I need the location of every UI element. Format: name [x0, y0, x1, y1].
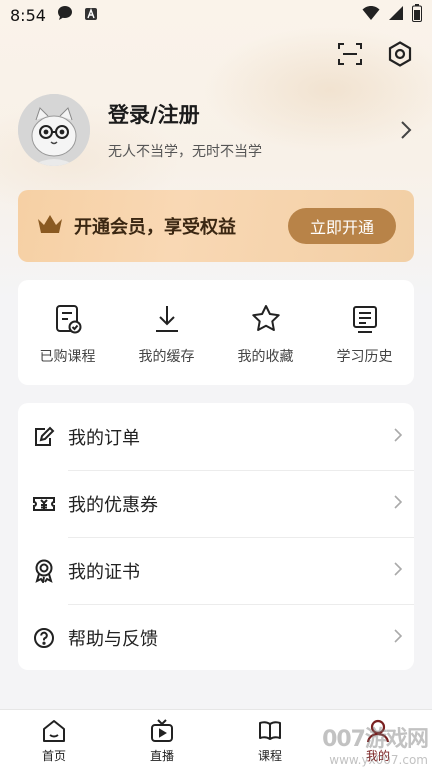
open-vip-button[interactable]: 立即开通: [288, 208, 396, 244]
tab-label: 首页: [41, 749, 66, 763]
chevron-right-icon: [394, 628, 403, 647]
tab-mine[interactable]: 我的: [324, 710, 432, 769]
status-bar: 8:54: [0, 0, 432, 30]
menu-item-label: 我的优惠券: [68, 494, 158, 516]
bottom-tab-bar: 首页 直播 课程 我的: [0, 709, 432, 769]
signal-icon: [388, 5, 404, 25]
battery-icon: [412, 4, 422, 26]
profile-card[interactable]: 登录/注册 无人不当学，无时不当学: [18, 92, 416, 168]
menu-item-help[interactable]: 帮助与反馈: [18, 604, 414, 671]
tab-label: 课程: [257, 749, 282, 763]
menu-item-orders[interactable]: 我的订单: [18, 403, 414, 470]
order-icon: [32, 425, 56, 449]
chat-notification-icon: [56, 4, 74, 26]
tab-label: 我的: [365, 749, 390, 763]
book-icon: [256, 717, 284, 745]
wifi-icon: [362, 5, 380, 25]
menu-item-label: 我的订单: [68, 427, 140, 449]
home-icon: [40, 717, 68, 745]
tab-courses[interactable]: 课程: [216, 710, 324, 769]
quick-action-label: 我的缓存: [138, 349, 195, 365]
chevron-right-icon: [394, 494, 403, 513]
quick-action-label: 我的收藏: [237, 349, 294, 365]
user-icon: [364, 717, 392, 745]
help-icon: [32, 626, 56, 650]
chevron-right-icon: [394, 427, 403, 446]
quick-action-label: 学习历史: [336, 349, 393, 365]
settings-icon[interactable]: [386, 40, 414, 68]
live-tv-icon: [148, 717, 176, 745]
tab-home[interactable]: 首页: [0, 710, 108, 769]
quick-action-history[interactable]: 学习历史: [315, 280, 414, 385]
purchased-course-icon: [51, 302, 85, 336]
menu-list: 我的订单 我的优惠券 我的证书 帮助与反馈: [18, 403, 414, 670]
app-notification-icon: [84, 6, 98, 25]
chevron-right-icon: [394, 561, 403, 580]
avatar[interactable]: [18, 94, 90, 166]
download-icon: [150, 302, 184, 336]
vip-title: 开通会员，享受权益: [74, 217, 236, 238]
vip-banner[interactable]: 开通会员，享受权益 立即开通: [18, 190, 414, 262]
star-icon: [249, 302, 283, 336]
menu-item-coupons[interactable]: 我的优惠券: [18, 470, 414, 537]
tab-live[interactable]: 直播: [108, 710, 216, 769]
certificate-icon: [32, 559, 56, 583]
history-icon: [348, 302, 382, 336]
coupon-icon: [32, 492, 56, 516]
crown-icon: [36, 213, 64, 239]
scan-icon[interactable]: [336, 40, 364, 68]
top-actions: [336, 40, 414, 68]
profile-slogan: 无人不当学，无时不当学: [108, 144, 262, 160]
quick-action-purchased-courses[interactable]: 已购课程: [18, 280, 117, 385]
chevron-right-icon: [396, 120, 416, 140]
quick-actions: 已购课程 我的缓存 我的收藏 学习历史: [18, 280, 414, 385]
menu-item-label: 帮助与反馈: [68, 628, 158, 650]
quick-action-favorites[interactable]: 我的收藏: [216, 280, 315, 385]
tab-label: 直播: [149, 749, 174, 763]
menu-item-certificates[interactable]: 我的证书: [18, 537, 414, 604]
quick-action-label: 已购课程: [39, 349, 96, 365]
quick-action-downloads[interactable]: 我的缓存: [117, 280, 216, 385]
status-time: 8:54: [10, 5, 46, 25]
login-register-link[interactable]: 登录/注册: [108, 99, 396, 129]
menu-item-label: 我的证书: [68, 561, 140, 583]
